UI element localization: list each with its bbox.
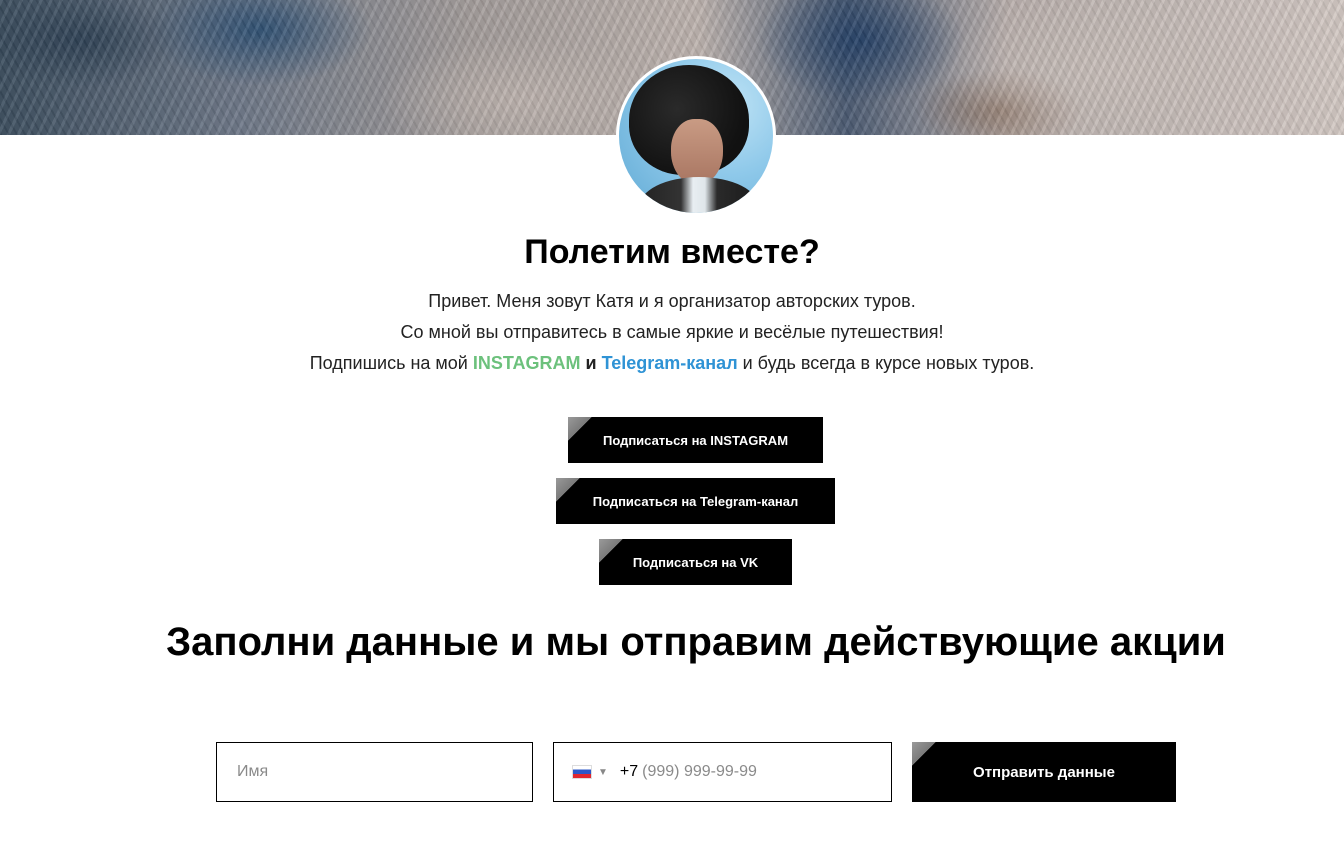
submit-label: Отправить данные: [973, 763, 1115, 781]
phone-input[interactable]: [642, 763, 843, 781]
intro-text: Привет. Меня зовут Катя и я организатор …: [0, 286, 1344, 379]
avatar-face: [671, 119, 723, 185]
avatar-body: [639, 177, 759, 213]
phone-field[interactable]: ▼ +7: [553, 742, 892, 802]
avatar: [616, 56, 776, 216]
subscribe-instagram-button[interactable]: Подписаться на INSTAGRAM: [568, 417, 823, 463]
chevron-down-icon[interactable]: ▼: [598, 767, 608, 778]
intro-line-3-prefix: Подпишись на мой: [309, 353, 473, 373]
landing-page: Полетим вместе? Привет. Меня зовут Катя …: [0, 0, 1344, 844]
button-corner-decoration: [599, 539, 623, 563]
button-corner-decoration: [556, 478, 580, 502]
subscribe-vk-button[interactable]: Подписаться на VK: [599, 539, 792, 585]
instagram-link[interactable]: INSTAGRAM: [473, 353, 581, 373]
intro-line-3-suffix: и будь всегда в курсе новых туров.: [737, 353, 1035, 373]
phone-country-code: +7: [619, 763, 639, 780]
intro-line-2: Со мной вы отправитесь в самые яркие и в…: [400, 322, 944, 342]
form-title: Заполни данные и мы отправим действующие…: [166, 620, 1226, 664]
telegram-link[interactable]: Telegram-канал: [602, 353, 738, 373]
intro-line-1: Привет. Меня зовут Катя и я организатор …: [428, 291, 916, 311]
subscribe-telegram-button[interactable]: Подписаться на Telegram-канал: [556, 478, 835, 524]
subscribe-vk-label: Подписаться на VK: [632, 554, 759, 570]
avatar-photo: [619, 59, 773, 213]
button-corner-decoration: [912, 742, 936, 766]
name-input[interactable]: [216, 742, 533, 802]
button-corner-decoration: [568, 417, 592, 441]
intro-line-3-and: и: [580, 353, 602, 373]
subscribe-instagram-label: Подписаться на INSTAGRAM: [602, 432, 789, 448]
page-title: Полетим вместе?: [524, 233, 820, 271]
russia-flag-icon[interactable]: [572, 765, 592, 779]
intro-line-3: Подпишись на мой INSTAGRAM и Telegram-ка…: [0, 348, 1344, 379]
submit-button[interactable]: Отправить данные: [912, 742, 1176, 802]
subscribe-telegram-label: Подписаться на Telegram-канал: [592, 493, 799, 509]
